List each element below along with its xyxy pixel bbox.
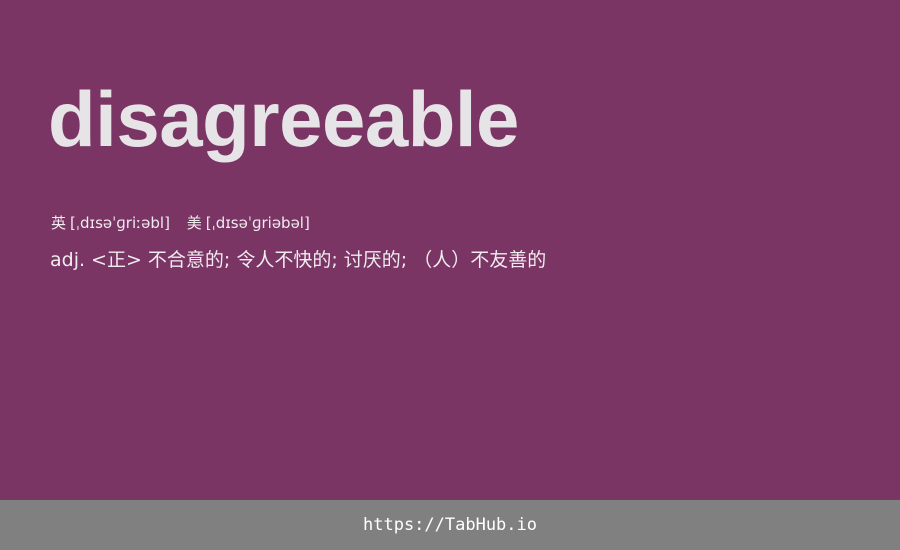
pronunciation-us-label: 美 [186, 214, 202, 232]
definition-text: <正> 不合意的; 令人不快的; 讨厌的; （人）不友善的 [91, 249, 547, 271]
pronunciation-us-ipa: [ˌdɪsəˈɡriəbəl] [205, 214, 310, 232]
part-of-speech: adj. [50, 249, 86, 271]
pronunciation-us: 美 [ˌdɪsəˈɡriəbəl] [187, 212, 310, 234]
tabhub-link[interactable]: https://TabHub.io [363, 515, 537, 535]
word-card: disagreeable 英 [ˌdɪsəˈɡriːəbl] 美 [ˌdɪsəˈɡr… [0, 0, 900, 500]
pronunciation-row: 英 [ˌdɪsəˈɡriːəbl] 美 [ˌdɪsəˈɡriəbəl] [51, 212, 310, 234]
definition-row: adj. <正> 不合意的; 令人不快的; 讨厌的; （人）不友善的 [50, 245, 546, 275]
pronunciation-uk: 英 [ˌdɪsəˈɡriːəbl] [51, 212, 170, 234]
pronunciation-uk-ipa: [ˌdɪsəˈɡriːəbl] [70, 214, 170, 232]
pronunciation-uk-label: 英 [51, 214, 67, 232]
headword: disagreeable [48, 75, 519, 163]
footer-bar: https://TabHub.io [0, 500, 900, 550]
